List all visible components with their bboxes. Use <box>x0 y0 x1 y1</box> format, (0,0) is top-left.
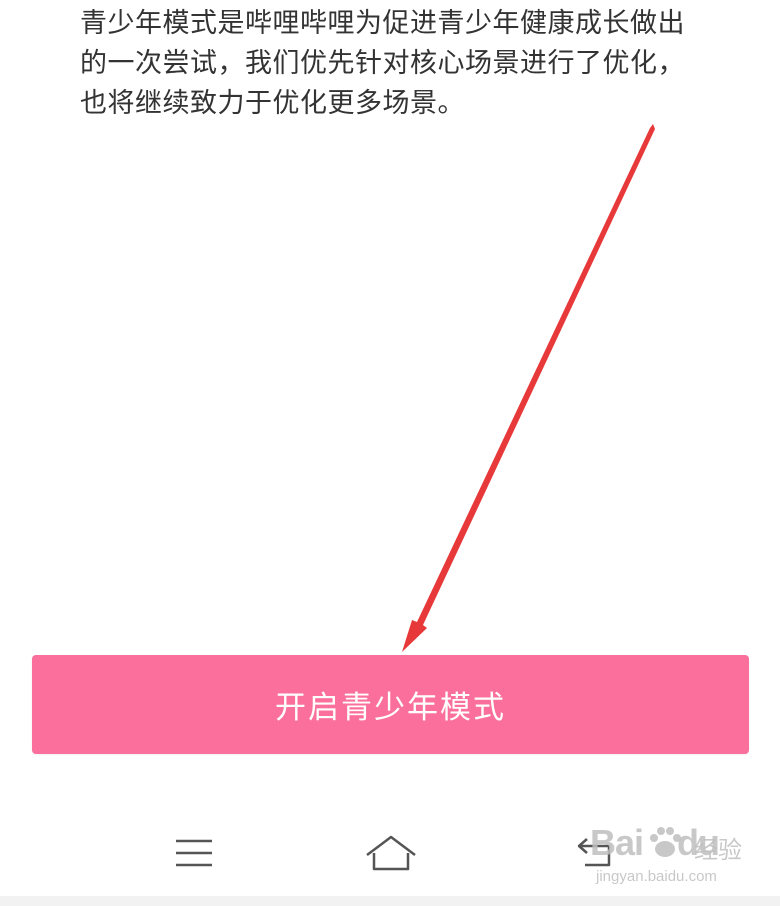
nav-home-button[interactable] <box>361 826 421 880</box>
enable-teen-mode-button[interactable]: 开启青少年模式 <box>32 655 749 754</box>
watermark-url: jingyan.baidu.com <box>596 868 717 885</box>
description-line-2: 的一次尝试，我们优先针对核心场景进行了优化， <box>80 48 685 79</box>
teen-mode-description: 青少年模式是哔哩哔哩为促进青少年健康成长做出 的一次尝试，我们优先针对核心场景进… <box>80 4 720 124</box>
description-line-3: 也将继续致力于优化更多场景。 <box>80 88 465 119</box>
watermark-text: 经验 <box>694 836 742 864</box>
nav-menu-button[interactable] <box>164 826 224 880</box>
home-icon <box>366 835 416 871</box>
menu-icon <box>176 839 212 867</box>
annotation-arrow <box>402 124 655 652</box>
baidu-jingyan-watermark: Bai du 经验 jingyan.baidu.com <box>590 822 760 892</box>
description-line-1: 青少年模式是哔哩哔哩为促进青少年健康成长做出 <box>80 8 685 39</box>
teen-mode-page: 青少年模式是哔哩哔哩为促进青少年健康成长做出 的一次尝试，我们优先针对核心场景进… <box>0 0 780 906</box>
bottom-strip <box>0 896 780 906</box>
paw-icon <box>650 827 681 857</box>
